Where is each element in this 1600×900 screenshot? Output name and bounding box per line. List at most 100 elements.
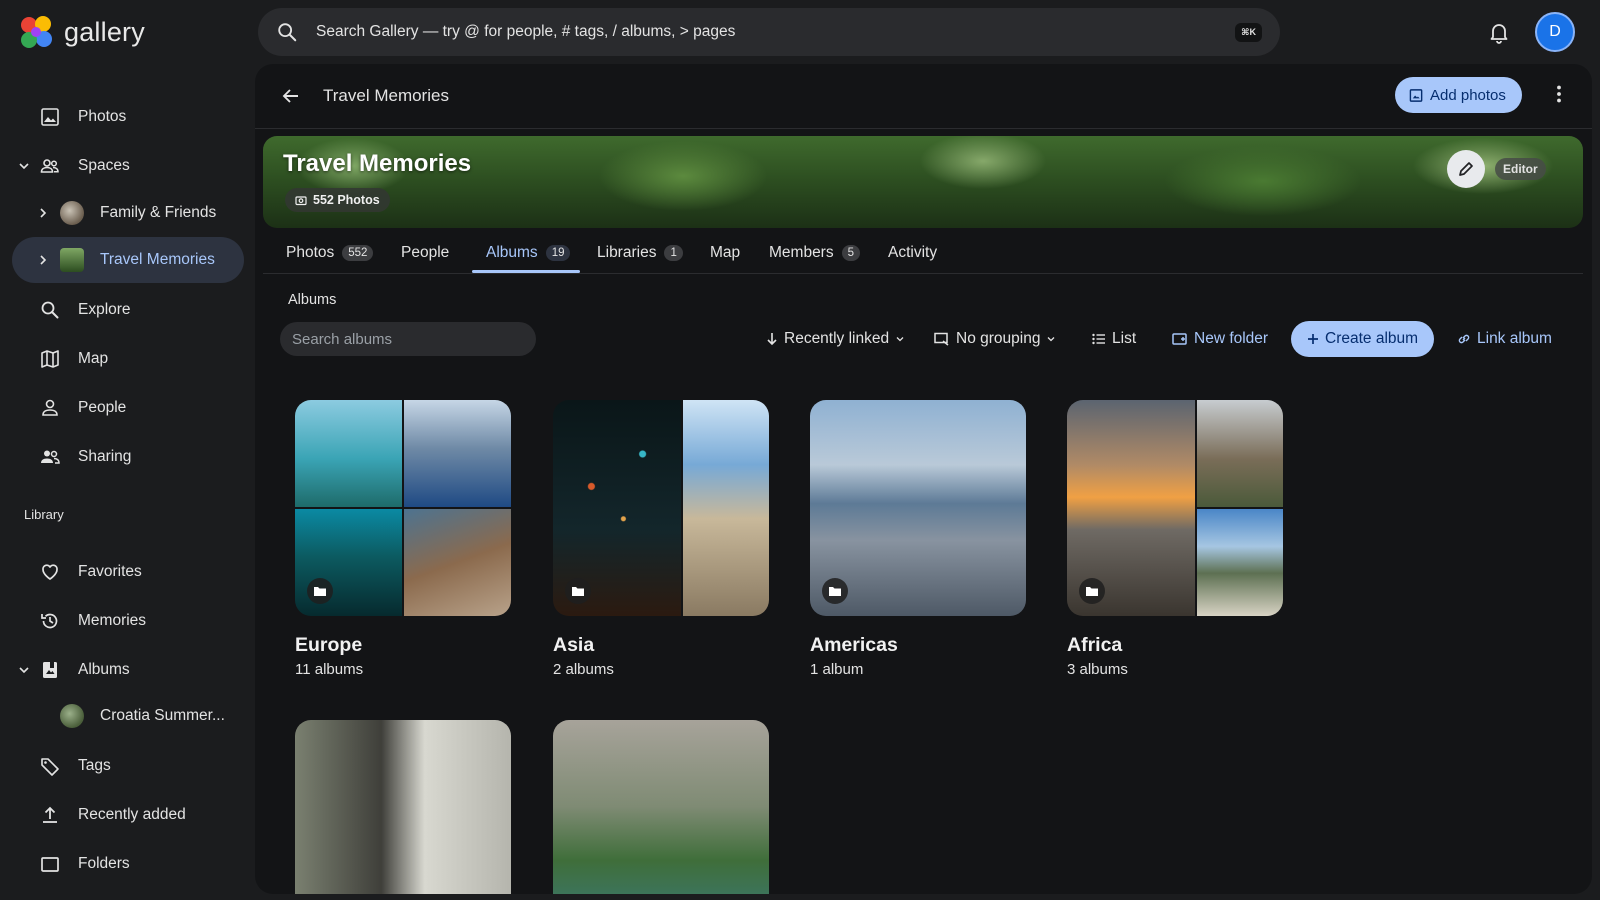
album-card-asia[interactable]: Asia 2 albums xyxy=(553,400,769,678)
sidebar-item-explore[interactable]: Explore xyxy=(12,287,244,333)
sidebar-item-albums[interactable]: Albums xyxy=(12,647,244,693)
sidebar-item-label: People xyxy=(78,399,127,416)
sidebar-item-favorites[interactable]: Favorites xyxy=(12,549,244,595)
album-name: Asia xyxy=(553,634,595,656)
sidebar-item-label: Folders xyxy=(78,855,130,872)
photo-count-label: 552 Photos xyxy=(313,193,380,207)
library-section-label: Library xyxy=(24,507,64,522)
tab-activity[interactable]: Activity xyxy=(888,234,937,272)
edit-space-button[interactable] xyxy=(1447,150,1485,188)
app-logo-text: gallery xyxy=(64,16,145,47)
map-icon xyxy=(41,350,59,368)
sidebar-item-tags[interactable]: Tags xyxy=(12,743,244,789)
list-icon xyxy=(1092,333,1105,345)
banner-title: Travel Memories xyxy=(283,150,472,177)
chevron-right-icon xyxy=(40,208,47,218)
album-name: Americas xyxy=(810,634,898,656)
sidebar-item-people[interactable]: People xyxy=(12,385,244,431)
heart-icon xyxy=(42,564,58,580)
album-name: Europe xyxy=(295,634,363,656)
link-album-button[interactable]: Link album xyxy=(1457,328,1552,350)
sidebar-item-folders[interactable]: Folders xyxy=(12,841,244,887)
tab-label: People xyxy=(401,244,450,261)
album-card-africa[interactable]: Africa 3 albums xyxy=(1067,400,1283,678)
chevron-down-icon xyxy=(19,163,29,170)
album-search-input[interactable] xyxy=(280,322,536,356)
more-options-button[interactable] xyxy=(1555,84,1563,109)
folder-badge xyxy=(565,578,591,604)
folder-badge xyxy=(307,578,333,604)
sidebar-item-family-friends[interactable]: Family & Friends xyxy=(12,190,244,236)
tab-members[interactable]: Members 5 xyxy=(769,234,861,272)
main-panel: Travel Memories Add photos Travel Memori… xyxy=(255,64,1592,894)
tabs-divider xyxy=(263,273,1583,274)
album-photo xyxy=(553,720,769,894)
app-logo[interactable]: gallery xyxy=(16,10,145,54)
sidebar-item-label: Sharing xyxy=(78,448,132,465)
album-count: 11 albums xyxy=(295,661,364,678)
sidebar-item-label: Photos xyxy=(78,108,127,125)
sidebar-item-sharing[interactable]: Sharing xyxy=(12,434,244,480)
sidebar-item-spaces[interactable]: Spaces xyxy=(12,143,244,189)
tab-badge: 19 xyxy=(545,245,571,261)
sort-label: Recently linked xyxy=(784,330,890,347)
sidebar-item-map[interactable]: Map xyxy=(12,336,244,382)
album-name: Africa xyxy=(1067,634,1123,656)
sidebar-item-label: Recently added xyxy=(78,806,186,823)
space-thumbnail xyxy=(60,201,84,225)
create-album-button[interactable]: Create album xyxy=(1291,321,1435,357)
album-count: 3 albums xyxy=(1067,661,1128,678)
tab-people[interactable]: People xyxy=(401,234,449,272)
album-thumbnail xyxy=(810,400,1026,616)
album-count: 1 album xyxy=(810,661,864,678)
new-folder-icon xyxy=(1172,333,1187,345)
sidebar-item-label: Croatia Summer... xyxy=(100,707,225,724)
album-photo xyxy=(1197,400,1283,507)
sidebar-item-label: Albums xyxy=(78,661,130,678)
album-card[interactable] xyxy=(553,720,769,894)
folder-icon xyxy=(572,587,584,596)
sidebar-item-recently-added[interactable]: Recently added xyxy=(12,792,244,838)
album-card-europe[interactable]: Europe 11 albums xyxy=(295,400,511,678)
album-photo xyxy=(295,400,402,507)
sort-dropdown[interactable]: Recently linked xyxy=(766,328,905,350)
user-avatar[interactable]: D xyxy=(1535,12,1575,52)
create-album-label: Create album xyxy=(1325,330,1419,347)
tab-photos[interactable]: Photos 552 xyxy=(286,234,374,272)
album-photo xyxy=(404,400,511,507)
pencil-icon xyxy=(1459,162,1473,176)
notifications-button[interactable] xyxy=(1487,20,1511,49)
tab-label: Albums xyxy=(486,244,538,261)
bell-icon xyxy=(1490,24,1508,44)
grouping-label: No grouping xyxy=(956,330,1041,347)
new-folder-button[interactable]: New folder xyxy=(1172,328,1268,350)
tab-albums[interactable]: Albums 19 xyxy=(486,234,571,272)
back-button[interactable] xyxy=(281,86,301,111)
sidebar-item-photos[interactable]: Photos xyxy=(12,94,244,140)
sidebar-item-memories[interactable]: Memories xyxy=(12,598,244,644)
sidebar-item-croatia-summer[interactable]: Croatia Summer... xyxy=(12,693,244,739)
folder-badge xyxy=(1079,578,1105,604)
tab-label: Map xyxy=(710,244,741,261)
add-photos-button[interactable]: Add photos xyxy=(1395,77,1522,113)
new-folder-label: New folder xyxy=(1194,330,1269,347)
view-toggle-list[interactable]: List xyxy=(1092,328,1136,350)
tab-libraries[interactable]: Libraries 1 xyxy=(597,234,683,272)
tab-map[interactable]: Map xyxy=(710,234,740,272)
album-card[interactable] xyxy=(295,720,511,894)
link-album-label: Link album xyxy=(1477,330,1552,347)
gallery-logo-icon xyxy=(21,16,52,48)
photo-count-chip: 552 Photos xyxy=(285,188,390,212)
global-search-bar[interactable]: Search Gallery — try @ for people, # tag… xyxy=(258,8,1280,56)
sidebar-item-label: Map xyxy=(78,350,109,367)
plus-icon xyxy=(1308,334,1318,344)
sidebar-item-travel-memories[interactable]: Travel Memories xyxy=(12,237,244,283)
album-card-americas[interactable]: Americas 1 album xyxy=(810,400,1026,678)
albums-section-title: Albums xyxy=(288,292,337,308)
tab-label: Photos xyxy=(286,244,335,261)
arrow-down-icon xyxy=(767,333,777,346)
album-thumbnail xyxy=(60,704,84,728)
grouping-dropdown[interactable]: No grouping xyxy=(934,328,1056,350)
search-icon xyxy=(41,301,59,319)
space-thumbnail xyxy=(60,248,84,272)
